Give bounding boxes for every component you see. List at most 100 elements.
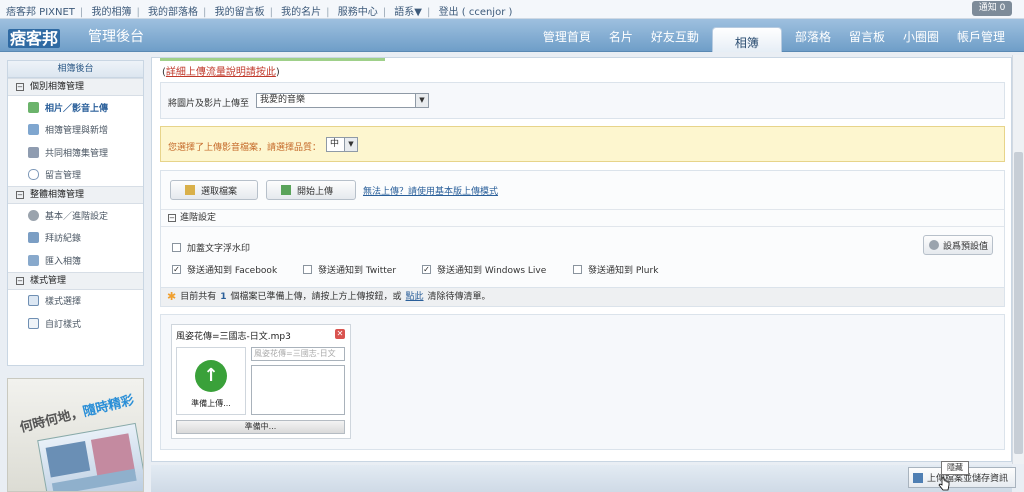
sidebar-item-shared-album[interactable]: 共同相簿集管理 bbox=[8, 141, 143, 164]
sidebar-item-custom-style[interactable]: 自訂樣式 bbox=[8, 312, 143, 335]
top-link-my-card[interactable]: 我的名片 bbox=[281, 7, 321, 18]
file-progress: 準備中... bbox=[176, 420, 345, 434]
top-link-pixnet[interactable]: 痞客邦 PIXNET bbox=[6, 7, 75, 18]
plurk-checkbox[interactable]: 發送通知到 Plurk bbox=[573, 263, 658, 276]
star-icon: ✱ bbox=[167, 290, 177, 303]
shared-album-icon bbox=[28, 146, 39, 158]
chevron-down-icon: ▼ bbox=[415, 94, 428, 107]
sidebar-item-comments[interactable]: 留言管理 bbox=[8, 164, 143, 187]
thumbnail-status: 準備上傳... bbox=[191, 399, 231, 408]
promo-banner[interactable]: 何時何地，隨時精彩 bbox=[7, 378, 144, 492]
sidebar-item-import[interactable]: 匯入相簿 bbox=[8, 249, 143, 272]
file-queue-panel: 風姿花傳=三國志-日文.mp3 ✕ ↑ 準備上傳... 風姿花傳=三國志-日文 … bbox=[160, 314, 1005, 450]
collapse-icon: − bbox=[16, 191, 24, 199]
top-link-service[interactable]: 服務中心 bbox=[338, 7, 378, 18]
file-card: 風姿花傳=三國志-日文.mp3 ✕ ↑ 準備上傳... 風姿花傳=三國志-日文 … bbox=[171, 324, 351, 439]
sidebar: 相簿後台 − 個別相簿管理 相片／影音上傳 相簿管理與新增 共同相簿集管理 留言管… bbox=[7, 60, 144, 366]
select-files-button[interactable]: 選取檔案 bbox=[170, 180, 258, 200]
file-count: 1 bbox=[220, 292, 227, 302]
nav-account[interactable]: 帳戶管理 bbox=[948, 24, 1014, 52]
nav-admin-home[interactable]: 管理首頁 bbox=[534, 24, 600, 52]
file-name: 風姿花傳=三國志-日文.mp3 bbox=[176, 332, 291, 342]
nav-album[interactable]: 相簿 bbox=[711, 27, 782, 52]
top-link-my-album[interactable]: 我的相簿 bbox=[91, 7, 131, 18]
layout-icon bbox=[28, 295, 39, 307]
target-album-label: 將圖片及影片上傳至 bbox=[168, 99, 250, 109]
facebook-checkbox[interactable]: ✓ 發送通知到 Facebook bbox=[172, 263, 277, 276]
notification-badge[interactable]: 通知 0 bbox=[972, 1, 1012, 16]
file-description-textarea[interactable] bbox=[251, 365, 345, 415]
sidebar-item-album-manage[interactable]: 相簿管理與新增 bbox=[8, 119, 143, 142]
set-default-button[interactable]: 設爲預設值 bbox=[923, 235, 993, 255]
twitter-checkbox[interactable]: 發送通知到 Twitter bbox=[303, 263, 396, 276]
sidebar-item-upload[interactable]: 相片／影音上傳 bbox=[8, 96, 143, 119]
logo[interactable]: 痞客邦 bbox=[8, 25, 61, 49]
clear-queue-link[interactable]: 點此 bbox=[406, 288, 424, 306]
file-thumbnail: ↑ 準備上傳... bbox=[176, 347, 246, 415]
file-title-input[interactable]: 風姿花傳=三國志-日文 bbox=[251, 347, 345, 361]
windows-live-checkbox[interactable]: ✓ 發送通知到 Windows Live bbox=[422, 263, 546, 276]
sidebar-section-album[interactable]: − 個別相簿管理 bbox=[8, 78, 143, 96]
checkbox-checked-icon: ✓ bbox=[172, 265, 181, 274]
checkbox-icon bbox=[303, 265, 312, 274]
help-link[interactable]: 詳細上傳流量說明請按此 bbox=[166, 67, 276, 78]
target-album-select[interactable]: 我愛的音樂 ▼ bbox=[256, 93, 429, 108]
nav-blog[interactable]: 部落格 bbox=[786, 24, 840, 52]
admin-title: 管理後台 bbox=[88, 29, 144, 45]
nav-card[interactable]: 名片 bbox=[600, 24, 642, 52]
code-icon bbox=[28, 317, 39, 329]
advanced-settings-toggle[interactable]: − 進階設定 bbox=[161, 209, 1004, 227]
watermark-checkbox[interactable]: 加蓋文字浮水印 bbox=[172, 241, 250, 254]
import-icon bbox=[28, 254, 39, 266]
checkbox-checked-icon: ✓ bbox=[422, 265, 431, 274]
bottom-bar bbox=[151, 465, 1012, 492]
top-links: 痞客邦 PIXNET | 我的相簿 | 我的部落格 | 我的留言板 | 我的名片 | 服務… bbox=[6, 7, 513, 18]
start-upload-button[interactable]: 開始上傳 bbox=[266, 180, 356, 200]
target-album-panel: 將圖片及影片上傳至 我愛的音樂 ▼ bbox=[160, 82, 1005, 119]
gear-icon bbox=[929, 240, 939, 250]
save-icon bbox=[913, 472, 923, 483]
upload-icon bbox=[28, 101, 39, 113]
basic-upload-link[interactable]: 無法上傳？請使用基本版上傳模式 bbox=[363, 184, 498, 197]
status-bar: ✱ 目前共有 1 個檔案已準備上傳，請按上方上傳按鈕，或 點此 清除待傳清單。 bbox=[160, 287, 1005, 307]
sidebar-item-style-select[interactable]: 樣式選擇 bbox=[8, 290, 143, 313]
upload-icon bbox=[281, 185, 291, 195]
sidebar-item-settings[interactable]: 基本／進階設定 bbox=[8, 204, 143, 227]
nav-guestbook[interactable]: 留言板 bbox=[840, 24, 894, 52]
up-arrow-icon: ↑ bbox=[195, 360, 227, 392]
top-link-logout[interactable]: 登出 ( ccenjor ) bbox=[439, 7, 513, 18]
sidebar-item-visits[interactable]: 拜訪紀錄 bbox=[8, 227, 143, 250]
checkbox-icon bbox=[172, 243, 181, 252]
nav-circle[interactable]: 小圈圈 bbox=[894, 24, 948, 52]
nav-friends[interactable]: 好友互動 bbox=[642, 24, 708, 52]
header: 痞客邦 管理後台 管理首頁 名片 好友互動 相簿 部落格 留言板 小圈圈 帳戶管… bbox=[0, 19, 1024, 52]
magazine-image bbox=[37, 422, 143, 491]
hide-tooltip: 隱藏 bbox=[941, 461, 969, 475]
sidebar-section-overall[interactable]: − 整體相簿管理 bbox=[8, 186, 143, 204]
folder-icon bbox=[185, 185, 195, 195]
album-icon bbox=[28, 124, 39, 136]
top-link-my-blog[interactable]: 我的部落格 bbox=[148, 7, 198, 18]
scrollbar[interactable] bbox=[1012, 55, 1024, 464]
collapse-icon: − bbox=[168, 214, 176, 222]
quota-bar bbox=[160, 58, 385, 61]
main-nav: 管理首頁 名片 好友互動 相簿 部落格 留言板 小圈圈 帳戶管理 bbox=[534, 19, 1014, 52]
top-link-my-guestbook[interactable]: 我的留言板 bbox=[215, 7, 265, 18]
checkbox-icon bbox=[573, 265, 582, 274]
quality-label: 您選擇了上傳影音檔案，請選擇品質： bbox=[168, 143, 322, 153]
upload-panel: 選取檔案 開始上傳 無法上傳？請使用基本版上傳模式 − 進階設定 加蓋文字浮水印 … bbox=[160, 170, 1005, 288]
main-content: (詳細上傳流量說明請按此) 將圖片及影片上傳至 我愛的音樂 ▼ 您選擇了上傳影音檔… bbox=[151, 57, 1012, 462]
collapse-icon: − bbox=[16, 276, 24, 285]
gear-icon bbox=[28, 209, 39, 221]
footprint-icon bbox=[28, 232, 39, 244]
help-note: (詳細上傳流量說明請按此) bbox=[162, 67, 280, 78]
sidebar-section-style[interactable]: − 樣式管理 bbox=[8, 271, 143, 290]
hand-cursor-icon bbox=[938, 477, 950, 491]
quality-panel: 您選擇了上傳影音檔案，請選擇品質： 中 ▼ bbox=[160, 126, 1005, 162]
sidebar-title: 相簿後台 bbox=[8, 61, 143, 78]
top-link-language[interactable]: 語系▼ bbox=[394, 7, 422, 18]
top-bar: 痞客邦 PIXNET | 我的相簿 | 我的部落格 | 我的留言板 | 我的名片 | 服務… bbox=[0, 0, 1024, 19]
scrollbar-thumb[interactable] bbox=[1014, 152, 1023, 454]
quality-select[interactable]: 中 ▼ bbox=[326, 137, 358, 152]
close-icon[interactable]: ✕ bbox=[335, 329, 345, 339]
